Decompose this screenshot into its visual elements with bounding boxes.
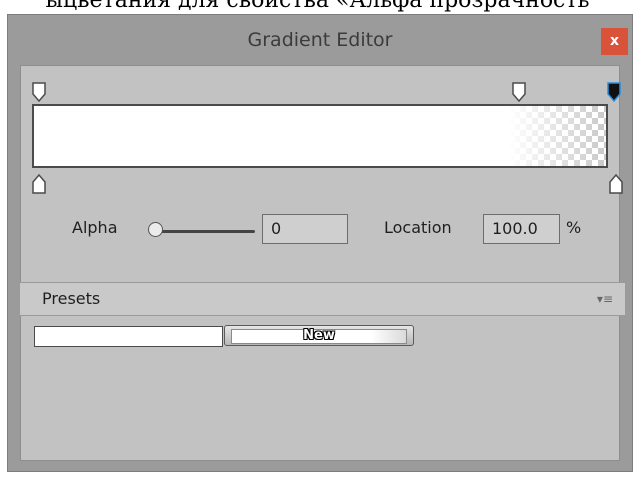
window-title: Gradient Editor: [247, 29, 393, 51]
alpha-slider-track[interactable]: [160, 230, 255, 233]
preset-swatch[interactable]: [34, 326, 223, 347]
alpha-key-left[interactable]: [32, 82, 46, 102]
presets-header-divider: [20, 315, 625, 316]
gradient-preview[interactable]: [32, 104, 608, 168]
presets-label: Presets: [42, 289, 101, 308]
top-caption: ыцветания для свойства «Альфа прозрачнос…: [45, 0, 590, 13]
location-value-field[interactable]: 100.0: [483, 214, 560, 244]
title-bar[interactable]: Gradient Editor x: [8, 15, 632, 65]
new-preset-button[interactable]: New: [224, 325, 414, 346]
alpha-key-middle[interactable]: [512, 82, 526, 102]
location-label: Location: [384, 218, 452, 237]
color-key-left[interactable]: [32, 174, 46, 194]
alpha-key-right-selected[interactable]: [607, 82, 621, 102]
alpha-label: Alpha: [72, 218, 118, 237]
presets-menu-icon[interactable]: ▾≡: [597, 292, 613, 306]
color-key-right[interactable]: [609, 174, 623, 194]
alpha-value-field[interactable]: 0: [262, 214, 348, 244]
location-unit: %: [566, 218, 582, 237]
alpha-slider-handle[interactable]: [148, 222, 163, 237]
presets-header: Presets ▾≡: [20, 283, 625, 315]
new-preset-label: New: [303, 328, 335, 343]
close-button[interactable]: x: [601, 28, 628, 55]
